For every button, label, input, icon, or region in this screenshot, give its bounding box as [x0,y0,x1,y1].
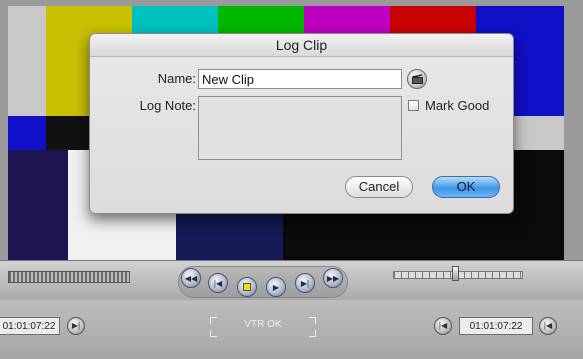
vtr-status: VTR OK [244,319,282,330]
mark-in-icon[interactable]: |◀ [539,317,557,335]
cancel-button[interactable]: Cancel [345,176,413,198]
slate-icon[interactable] [407,69,427,89]
dialog-title: Log Clip [90,34,513,57]
right-timecode[interactable]: 01:01:07:22 [459,317,533,335]
stop-icon[interactable] [237,277,257,297]
reverse-bar-blue [8,116,46,150]
log-clip-dialog: Log Clip Name: Log Note: Mark Good Cance… [89,33,514,214]
prev-edit-icon[interactable]: |◀ [208,273,228,293]
name-field[interactable] [198,69,402,89]
left-timecode[interactable]: 01:01:07:22 [0,317,60,335]
mark-good-label: Mark Good [425,98,490,113]
fast-forward-icon[interactable]: ▶▶ [323,268,343,288]
mark-good-checkbox[interactable]: Mark Good [408,98,489,113]
next-edit-icon[interactable]: ▶| [295,273,315,293]
go-to-in-icon[interactable]: |◀ [434,317,452,335]
log-note-label: Log Note: [139,98,196,113]
play-icon[interactable]: ▶ [266,277,286,297]
log-note-field[interactable] [198,96,402,160]
shuttle-slider-knob[interactable] [452,266,459,281]
vtr-bracket-bl [210,330,217,337]
go-to-out-icon[interactable]: ▶| [67,317,85,335]
vtr-bracket-tl [210,317,217,324]
rewind-icon[interactable]: ◀◀ [181,268,201,288]
jog-control[interactable] [8,271,130,283]
color-bar-white [8,6,46,116]
ok-button[interactable]: OK [432,176,500,198]
pluge-navy [8,150,68,262]
checkbox-icon[interactable] [408,100,419,111]
vtr-bracket-tr [309,317,316,324]
name-label: Name: [157,71,196,86]
vtr-bracket-br [309,330,316,337]
transport-button-group [178,266,348,298]
